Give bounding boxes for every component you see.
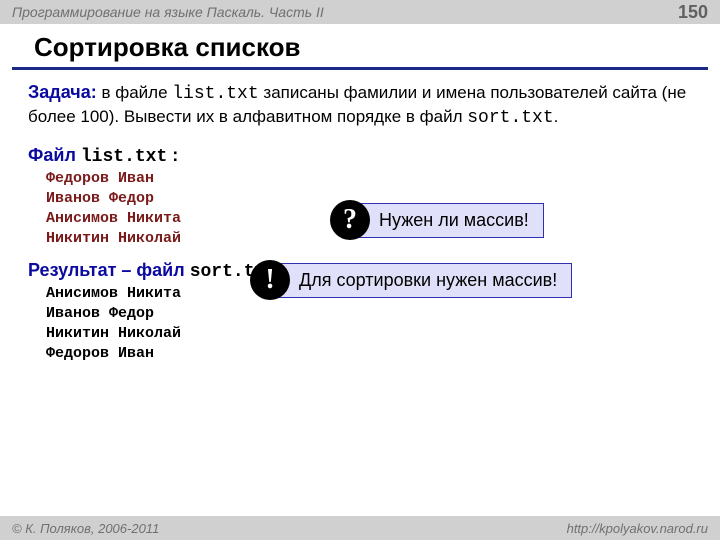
task-block: Задача: в файле list.txt записаны фамили… — [28, 80, 692, 131]
content: Задача: в файле list.txt записаны фамили… — [0, 80, 720, 365]
footer-url: http://kpolyakov.narod.ru — [567, 521, 708, 536]
page-title: Сортировка списков — [12, 24, 708, 70]
list-item: Никитин Николай — [46, 324, 692, 344]
copyright: © К. Поляков, 2006-2011 — [12, 521, 159, 536]
task-text-3: . — [554, 107, 559, 126]
list-item: Иванов Федор — [46, 304, 692, 324]
page-number: 150 — [678, 2, 708, 23]
header-bar: Программирование на языке Паскаль. Часть… — [0, 0, 720, 24]
task-text-1: в файле — [97, 83, 173, 102]
footer-bar: © К. Поляков, 2006-2011 http://kpolyakov… — [0, 516, 720, 540]
task-label: Задача: — [28, 82, 97, 102]
list-item: Федоров Иван — [46, 344, 692, 364]
output-label-prefix: Результат – файл — [28, 260, 190, 280]
question-text: Нужен ли массив! — [358, 203, 544, 238]
answer-callout: ! Для сортировки нужен массив! — [250, 260, 572, 300]
answer-text: Для сортировки нужен массив! — [278, 263, 572, 298]
input-label: Файл list.txt : — [28, 145, 692, 167]
exclamation-icon: ! — [250, 260, 290, 300]
input-filename: list.txt — [81, 147, 167, 167]
course-title: Программирование на языке Паскаль. Часть… — [12, 4, 324, 20]
question-callout: ? Нужен ли массив! — [330, 200, 544, 240]
list-item: Федоров Иван — [46, 169, 692, 189]
input-label-suffix: : — [167, 145, 178, 165]
task-file1: list.txt — [172, 84, 258, 104]
input-label-prefix: Файл — [28, 145, 81, 165]
question-icon: ? — [330, 200, 370, 240]
task-file2: sort.txt — [467, 108, 553, 128]
